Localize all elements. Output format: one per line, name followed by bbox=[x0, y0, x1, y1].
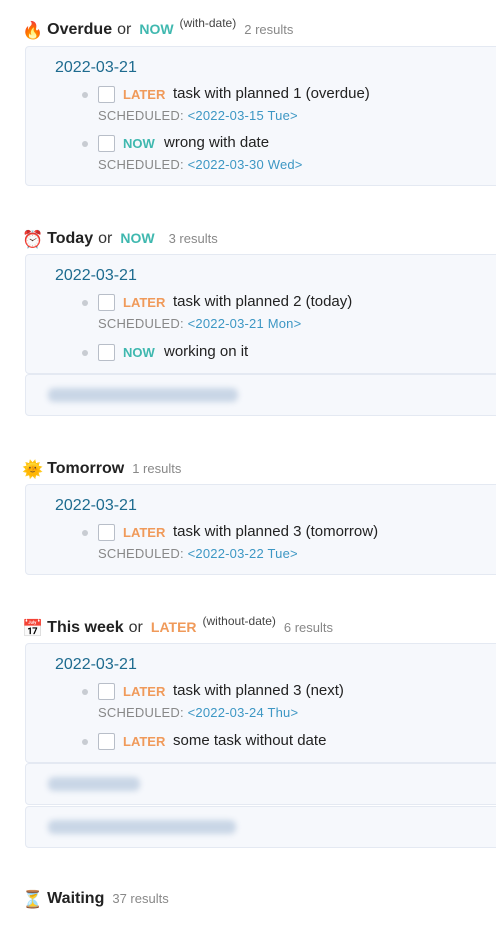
calendar-icon: 📅 bbox=[22, 619, 44, 638]
task-checkbox[interactable] bbox=[98, 733, 115, 750]
query-results-panel: 2022-03-21 LATER task with planned 3 (ne… bbox=[25, 643, 496, 763]
scheduled-label: SCHEDULED: bbox=[98, 546, 184, 561]
collapsed-result-blurred[interactable] bbox=[25, 763, 496, 805]
journal-date-link[interactable]: 2022-03-21 bbox=[55, 656, 137, 674]
fire-icon: 🔥 bbox=[22, 21, 44, 40]
query-title: Overdue bbox=[47, 21, 113, 38]
blurred-content bbox=[48, 820, 236, 834]
journal-date-link[interactable]: 2022-03-21 bbox=[55, 497, 137, 515]
collapsed-result-blurred[interactable] bbox=[25, 374, 496, 416]
task-checkbox[interactable] bbox=[98, 524, 115, 541]
alarm-clock-icon: ⏰ bbox=[22, 230, 44, 249]
query-keyword-later: LATER bbox=[150, 619, 197, 635]
journal-date-link[interactable]: 2022-03-21 bbox=[55, 267, 137, 285]
blurred-content bbox=[48, 388, 238, 402]
query-title: Today bbox=[47, 230, 94, 247]
scheduled-line: SCHEDULED: <2022-03-21 Mon> bbox=[98, 316, 301, 331]
query-header-waiting[interactable]: ⏳ Waiting 37 results bbox=[22, 888, 169, 909]
query-keyword-now: NOW bbox=[120, 230, 155, 246]
query-results-panel: 2022-03-21 LATER task with planned 3 (to… bbox=[25, 484, 496, 575]
task-text[interactable]: wrong with date bbox=[164, 134, 269, 151]
query-header-today[interactable]: ⏰ Today or NOW 3 results bbox=[22, 228, 218, 249]
task-marker-later[interactable]: LATER bbox=[123, 295, 165, 310]
task-checkbox[interactable] bbox=[98, 135, 115, 152]
query-title: This week bbox=[47, 619, 124, 636]
query-note: (without-date) bbox=[202, 614, 276, 628]
scheduled-label: SCHEDULED: bbox=[98, 108, 184, 123]
query-keyword-now: NOW bbox=[139, 21, 174, 37]
bullet-dot[interactable] bbox=[82, 141, 88, 147]
bullet-dot[interactable] bbox=[82, 300, 88, 306]
task-marker-now[interactable]: NOW bbox=[123, 345, 155, 360]
scheduled-label: SCHEDULED: bbox=[98, 316, 184, 331]
sun-icon: 🌞 bbox=[22, 460, 44, 479]
scheduled-label: SCHEDULED: bbox=[98, 157, 184, 172]
bullet-dot[interactable] bbox=[82, 689, 88, 695]
scheduled-date[interactable]: <2022-03-24 Thu> bbox=[188, 705, 299, 720]
task-text[interactable]: task with planned 3 (tomorrow) bbox=[173, 523, 378, 540]
journal-date-link[interactable]: 2022-03-21 bbox=[55, 59, 137, 77]
bullet-dot[interactable] bbox=[82, 350, 88, 356]
task-text[interactable]: task with planned 2 (today) bbox=[173, 293, 352, 310]
scheduled-label: SCHEDULED: bbox=[98, 705, 184, 720]
task-text[interactable]: task with planned 3 (next) bbox=[173, 682, 344, 699]
task-marker-later[interactable]: LATER bbox=[123, 87, 165, 102]
bullet-dot[interactable] bbox=[82, 530, 88, 536]
task-marker-later[interactable]: LATER bbox=[123, 684, 165, 699]
results-count: 37 results bbox=[112, 891, 169, 906]
task-checkbox[interactable] bbox=[98, 294, 115, 311]
hourglass-icon: ⏳ bbox=[22, 890, 44, 909]
query-header-this-week[interactable]: 📅 This week or LATER (without-date) 6 re… bbox=[22, 614, 334, 638]
results-count: 2 results bbox=[244, 22, 294, 37]
scheduled-date[interactable]: <2022-03-15 Tue> bbox=[188, 108, 298, 123]
collapsed-result-blurred[interactable] bbox=[25, 806, 496, 848]
query-header-tomorrow[interactable]: 🌞 Tomorrow 1 results bbox=[22, 458, 182, 479]
results-count: 3 results bbox=[168, 231, 218, 246]
task-marker-now[interactable]: NOW bbox=[123, 136, 155, 151]
scheduled-line: SCHEDULED: <2022-03-24 Thu> bbox=[98, 705, 298, 720]
query-or: or bbox=[128, 619, 143, 636]
task-checkbox[interactable] bbox=[98, 344, 115, 361]
task-text[interactable]: some task without date bbox=[173, 732, 326, 749]
bullet-dot[interactable] bbox=[82, 92, 88, 98]
scheduled-date[interactable]: <2022-03-21 Mon> bbox=[188, 316, 302, 331]
scheduled-date[interactable]: <2022-03-30 Wed> bbox=[188, 157, 303, 172]
query-title: Tomorrow bbox=[47, 460, 125, 477]
task-checkbox[interactable] bbox=[98, 86, 115, 103]
task-text[interactable]: working on it bbox=[164, 343, 248, 360]
blurred-content bbox=[48, 777, 140, 791]
scheduled-line: SCHEDULED: <2022-03-22 Tue> bbox=[98, 546, 298, 561]
task-marker-later[interactable]: LATER bbox=[123, 525, 165, 540]
query-or: or bbox=[98, 230, 113, 247]
scheduled-date[interactable]: <2022-03-22 Tue> bbox=[188, 546, 298, 561]
query-or: or bbox=[117, 21, 132, 38]
task-marker-later[interactable]: LATER bbox=[123, 734, 165, 749]
task-text[interactable]: task with planned 1 (overdue) bbox=[173, 85, 370, 102]
query-title: Waiting bbox=[47, 890, 105, 907]
results-count: 1 results bbox=[132, 461, 182, 476]
query-results-panel: 2022-03-21 LATER task with planned 2 (to… bbox=[25, 254, 496, 374]
results-count: 6 results bbox=[283, 620, 334, 635]
bullet-dot[interactable] bbox=[82, 739, 88, 745]
scheduled-line: SCHEDULED: <2022-03-30 Wed> bbox=[98, 157, 303, 172]
query-header-overdue[interactable]: 🔥 Overdue or NOW (with-date) 2 results bbox=[22, 16, 294, 40]
scheduled-line: SCHEDULED: <2022-03-15 Tue> bbox=[98, 108, 298, 123]
query-results-panel: 2022-03-21 LATER task with planned 1 (ov… bbox=[25, 46, 496, 186]
query-note: (with-date) bbox=[179, 16, 237, 30]
task-checkbox[interactable] bbox=[98, 683, 115, 700]
